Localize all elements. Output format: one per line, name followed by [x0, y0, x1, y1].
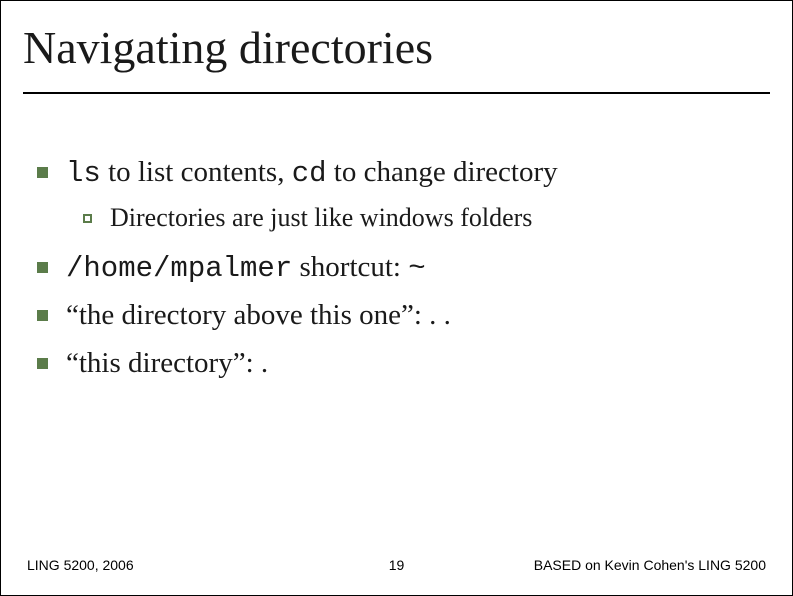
bullet-icon — [37, 358, 48, 369]
code-tilde: ~ — [408, 252, 425, 285]
slide-footer: LING 5200, 2006 19 BASED on Kevin Cohen'… — [1, 557, 792, 573]
text-seg: to change directory — [327, 156, 558, 188]
bullet-text-4: “this directory”: . — [66, 345, 268, 383]
slide-content: ls to list contents, cd to change direct… — [23, 154, 770, 383]
bullet-row-1: ls to list contents, cd to change direct… — [37, 154, 770, 193]
bullet-row-4: “this directory”: . — [37, 345, 770, 383]
code-homedir: /home/mpalmer — [66, 252, 292, 285]
bullet-text-2: /home/mpalmer shortcut: ~ — [66, 249, 426, 288]
code-cd: cd — [292, 157, 327, 190]
footer-left: LING 5200, 2006 — [27, 557, 134, 573]
text-seg: to list contents, — [101, 156, 292, 188]
slide-title: Navigating directories — [23, 21, 770, 94]
footer-page-number: 19 — [389, 557, 405, 573]
bullet-icon — [37, 167, 48, 178]
bullet-row-2: /home/mpalmer shortcut: ~ — [37, 249, 770, 288]
footer-right: BASED on Kevin Cohen's LING 5200 — [534, 557, 766, 573]
sub-bullet-row-1: Directories are just like windows folder… — [83, 203, 770, 233]
bullet-icon — [37, 310, 48, 321]
text-seg: shortcut: — [292, 251, 408, 283]
bullet-text-3: “the directory above this one”: . . — [66, 297, 451, 335]
bullet-text-1: ls to list contents, cd to change direct… — [66, 154, 558, 193]
sub-bullet-icon — [83, 214, 92, 223]
bullet-icon — [37, 262, 48, 273]
bullet-row-3: “the directory above this one”: . . — [37, 297, 770, 335]
code-ls: ls — [66, 157, 101, 190]
sub-bullet-text: Directories are just like windows folder… — [110, 203, 532, 233]
slide: Navigating directories ls to list conten… — [0, 0, 793, 596]
